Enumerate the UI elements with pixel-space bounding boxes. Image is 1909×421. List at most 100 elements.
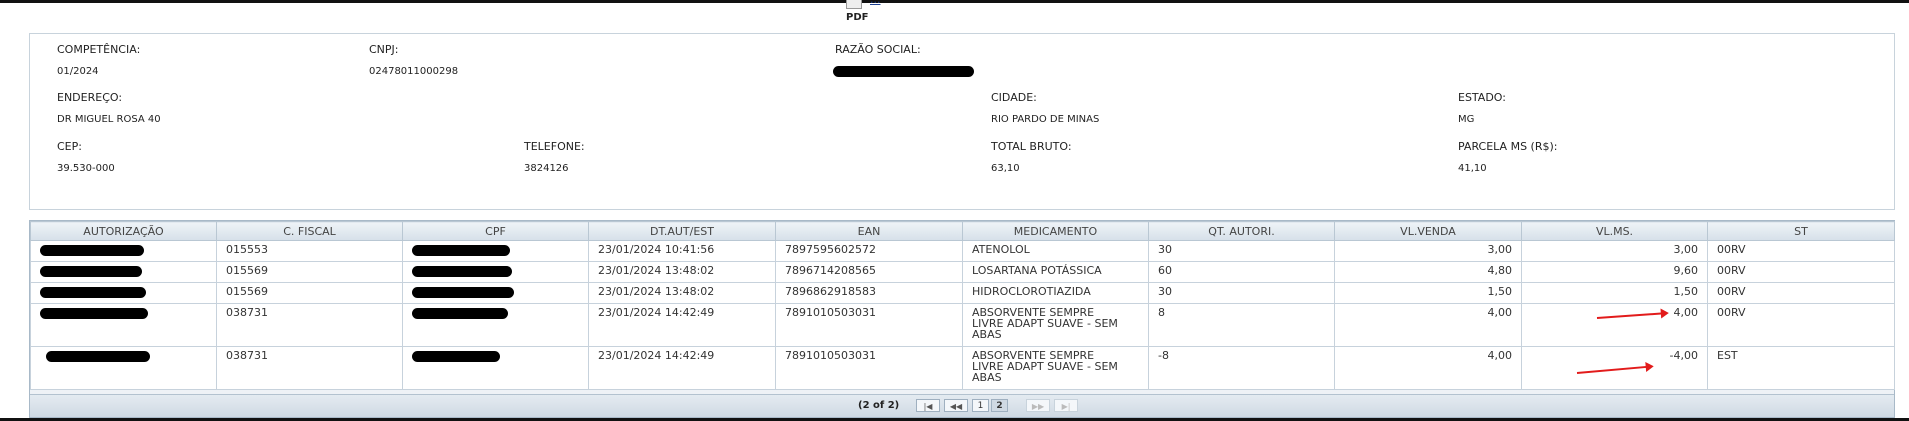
page-1-button[interactable]: 1	[972, 399, 989, 412]
field-telefone: TELEFONE: 3824126	[524, 140, 585, 174]
cell-vl-ms: 9,60	[1521, 261, 1708, 283]
authorizations-table: AUTORIZAÇÃO C. FISCAL CPF DT.AUT/EST EAN…	[30, 221, 1895, 390]
pdf-export[interactable]: ... PDF	[840, 0, 900, 24]
cell-qt: 8	[1148, 303, 1335, 347]
cell-cpf	[402, 261, 589, 283]
cell-medicamento: LOSARTANA POTÁSSICA	[962, 261, 1149, 283]
endereco-value: DR MIGUEL ROSA 40	[57, 114, 161, 125]
endereco-label: ENDEREÇO:	[57, 91, 123, 104]
next-page-button[interactable]: ▶▶	[1026, 399, 1050, 412]
redaction	[40, 308, 148, 319]
col-header-dt-aut-est[interactable]: DT.AUT/EST	[588, 221, 776, 241]
total-bruto-value: 63,10	[991, 163, 1020, 174]
field-estado: ESTADO: MG	[1458, 91, 1506, 125]
cell-medicamento: ABSORVENTE SEMPRE LIVRE ADAPT SUAVE - SE…	[962, 303, 1149, 347]
table-row[interactable]: 015553 23/01/2024 10:41:56 7897595602572…	[30, 240, 1895, 262]
cep-label: CEP:	[57, 140, 82, 153]
redaction	[412, 287, 514, 298]
cell-medicamento: ABSORVENTE SEMPRE LIVRE ADAPT SUAVE - SE…	[962, 346, 1149, 390]
cell-cpf	[402, 346, 589, 390]
cell-c-fiscal: 015569	[216, 282, 403, 304]
redaction	[40, 266, 142, 277]
col-header-vl-venda[interactable]: VL.VENDA	[1334, 221, 1522, 241]
cell-ean: 7897595602572	[775, 240, 963, 262]
cell-st: 00RV	[1707, 261, 1895, 283]
pdf-icon[interactable]	[846, 0, 862, 9]
total-bruto-label: TOTAL BRUTO:	[991, 140, 1072, 153]
estado-value: MG	[1458, 114, 1475, 125]
telefone-label: TELEFONE:	[524, 140, 585, 153]
field-endereco: ENDEREÇO: DR MIGUEL ROSA 40	[57, 91, 161, 125]
col-header-qt-autori[interactable]: QT. AUTORI.	[1148, 221, 1335, 241]
cell-vl-venda: 1,50	[1334, 282, 1522, 304]
cell-dt: 23/01/2024 10:41:56	[588, 240, 776, 262]
cidade-value: RIO PARDO DE MINAS	[991, 114, 1100, 125]
cell-dt: 23/01/2024 13:48:02	[588, 261, 776, 283]
parcela-ms-label: PARCELA MS (R$):	[1458, 140, 1558, 153]
cell-qt: 30	[1148, 240, 1335, 262]
cell-vl-ms: 3,00	[1521, 240, 1708, 262]
pdf-link[interactable]: ...	[870, 0, 881, 6]
estado-label: ESTADO:	[1458, 91, 1506, 104]
redaction	[412, 266, 512, 277]
cell-c-fiscal: 038731	[216, 303, 403, 347]
authorizations-grid: AUTORIZAÇÃO C. FISCAL CPF DT.AUT/EST EAN…	[29, 220, 1895, 418]
redaction	[412, 351, 500, 362]
competencia-value: 01/2024	[57, 66, 99, 77]
cell-cpf	[402, 303, 589, 347]
field-competencia: COMPETÊNCIA: 01/2024	[57, 43, 140, 77]
table-row[interactable]: 015569 23/01/2024 13:48:02 7896714208565…	[30, 261, 1895, 283]
paginator: (2 of 2) |◀ ◀◀ 1 2 ▶▶ ▶|	[30, 394, 1894, 417]
cell-medicamento: ATENOLOL	[962, 240, 1149, 262]
redaction	[46, 351, 150, 362]
field-total-bruto: TOTAL BRUTO: 63,10	[991, 140, 1072, 174]
telefone-value: 3824126	[524, 163, 569, 174]
field-razao-social: RAZÃO SOCIAL:	[833, 43, 974, 80]
cell-qt: 60	[1148, 261, 1335, 283]
redaction	[412, 308, 508, 319]
page-2-button[interactable]: 2	[991, 399, 1008, 412]
cell-ean: 7896862918583	[775, 282, 963, 304]
col-header-st[interactable]: ST	[1707, 221, 1895, 241]
cell-dt: 23/01/2024 13:48:02	[588, 282, 776, 304]
top-border	[0, 0, 1909, 3]
cell-qt: 30	[1148, 282, 1335, 304]
medicamento-line: ABAS	[972, 328, 1002, 341]
cell-vl-venda: 4,00	[1334, 303, 1522, 347]
cell-vl-venda: 4,00	[1334, 346, 1522, 390]
cell-vl-venda: 3,00	[1334, 240, 1522, 262]
competencia-label: COMPETÊNCIA:	[57, 43, 141, 56]
cep-value: 39.530-000	[57, 163, 115, 174]
cell-vl-ms: 4,00	[1521, 303, 1708, 347]
cell-st: 00RV	[1707, 303, 1895, 347]
table-header-row: AUTORIZAÇÃO C. FISCAL CPF DT.AUT/EST EAN…	[30, 221, 1895, 241]
col-header-cpf[interactable]: CPF	[402, 221, 589, 241]
last-page-button[interactable]: ▶|	[1054, 399, 1078, 412]
cell-autorizacao	[30, 282, 217, 304]
table-row[interactable]: 015569 23/01/2024 13:48:02 7896862918583…	[30, 282, 1895, 304]
cell-ean: 7891010503031	[775, 303, 963, 347]
cell-cpf	[402, 282, 589, 304]
col-header-ean[interactable]: EAN	[775, 221, 963, 241]
cell-autorizacao	[30, 346, 217, 390]
cell-dt: 23/01/2024 14:42:49	[588, 303, 776, 347]
col-header-vl-ms[interactable]: VL.MS.	[1521, 221, 1708, 241]
table-row[interactable]: 038731 23/01/2024 14:42:49 7891010503031…	[30, 303, 1895, 347]
parcela-ms-value: 41,10	[1458, 163, 1487, 174]
medicamento-line: ABAS	[972, 371, 1002, 384]
col-header-c-fiscal[interactable]: C. FISCAL	[216, 221, 403, 241]
cell-ean: 7896714208565	[775, 261, 963, 283]
cell-st: EST	[1707, 346, 1895, 390]
cell-c-fiscal: 038731	[216, 346, 403, 390]
first-page-button[interactable]: |◀	[916, 399, 940, 412]
field-cep: CEP: 39.530-000	[57, 140, 115, 174]
field-cidade: CIDADE: RIO PARDO DE MINAS	[991, 91, 1099, 125]
col-header-autorizacao[interactable]: AUTORIZAÇÃO	[30, 221, 217, 241]
col-header-medicamento[interactable]: MEDICAMENTO	[962, 221, 1149, 241]
cidade-label: CIDADE:	[991, 91, 1037, 104]
pdf-label[interactable]: PDF	[846, 12, 868, 23]
cell-st: 00RV	[1707, 282, 1895, 304]
prev-page-button[interactable]: ◀◀	[944, 399, 968, 412]
info-panel: COMPETÊNCIA: 01/2024 CNPJ: 0247801100029…	[29, 33, 1895, 210]
cell-st: 00RV	[1707, 240, 1895, 262]
